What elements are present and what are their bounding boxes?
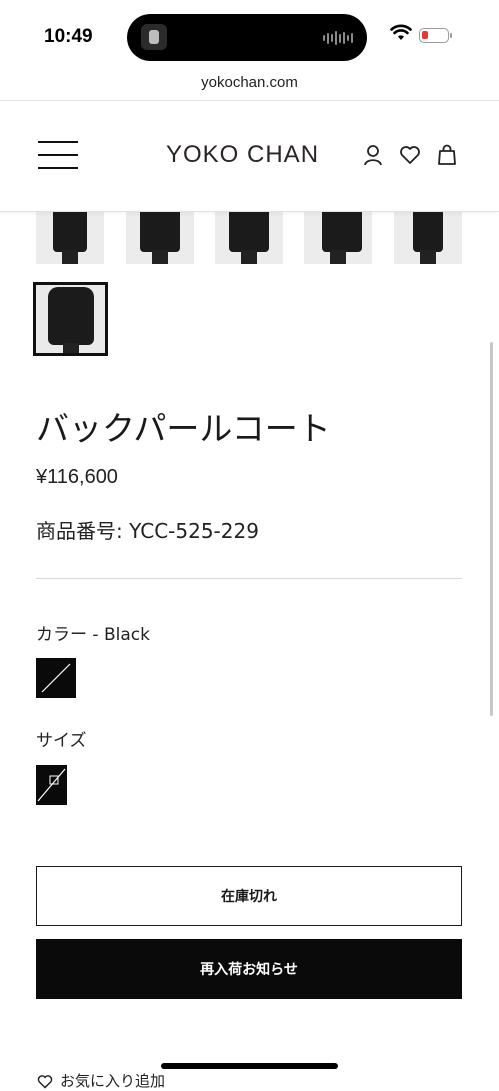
favorite-label: お気に入り追加 [60, 1072, 166, 1090]
product-thumbnail-row [0, 212, 499, 264]
product-price: ¥116,600 [36, 466, 118, 488]
audio-waveform-icon [323, 30, 353, 46]
sku-value: YCC-525-229 [129, 519, 259, 543]
page-scrollbar[interactable] [490, 342, 493, 716]
menu-button[interactable] [38, 141, 78, 171]
product-thumbnail[interactable] [215, 212, 283, 264]
wifi-icon [390, 24, 412, 40]
product-thumbnail[interactable] [304, 212, 372, 264]
account-icon[interactable] [361, 143, 385, 167]
site-header: YOKO CHAN [0, 101, 499, 212]
restock-notify-button[interactable]: 再入荷お知らせ [36, 939, 462, 999]
heart-icon [37, 1074, 53, 1089]
cart-bag-icon[interactable] [435, 143, 459, 167]
product-thumbnail[interactable] [36, 212, 104, 264]
product-title: バックパールコート [36, 409, 331, 448]
browser-url[interactable]: yokochan.com [0, 74, 499, 91]
home-indicator [161, 1063, 338, 1069]
color-swatch-black[interactable] [36, 658, 76, 698]
status-bar: 10:49 [0, 0, 499, 72]
product-thumbnail-selected[interactable] [33, 282, 108, 356]
size-swatch-unavailable[interactable] [36, 765, 67, 805]
site-logo[interactable]: YOKO CHAN [166, 141, 319, 169]
now-playing-thumbnail [141, 24, 167, 50]
sku-label: 商品番号: [36, 519, 123, 543]
section-divider [36, 578, 462, 579]
product-sku: 商品番号: YCC-525-229 [36, 515, 259, 544]
sold-out-button[interactable]: 在庫切れ [36, 866, 462, 926]
status-time: 10:49 [44, 26, 93, 47]
battery-icon [419, 28, 452, 43]
dynamic-island [127, 14, 367, 61]
product-thumbnail[interactable] [126, 212, 194, 264]
color-option-label: カラー - Black [36, 625, 150, 645]
product-thumbnail[interactable] [394, 212, 462, 264]
add-to-favorites[interactable]: お気に入り追加 [36, 1070, 165, 1091]
heart-icon[interactable] [398, 143, 422, 167]
size-option-label: サイズ [36, 731, 87, 751]
